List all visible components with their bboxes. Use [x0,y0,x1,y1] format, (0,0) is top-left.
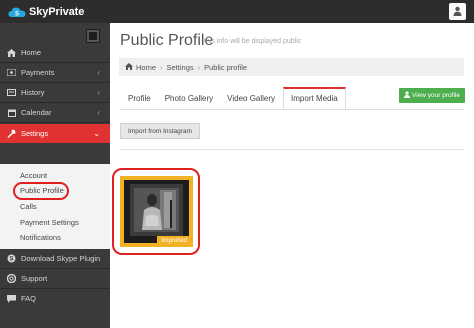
sidebar-item-history[interactable]: History ‹ [0,83,110,102]
breadcrumb: Home › Settings › Public profile [119,58,464,76]
chevron-left-icon: ‹ [97,88,100,97]
tabs-divider [120,109,464,110]
calendar-icon [7,108,16,117]
tab-video-gallery[interactable]: Video Gallery [221,87,283,109]
sidebar-item-settings[interactable]: Settings ⌄ [0,124,110,143]
sidebar-item-faq[interactable]: FAQ [0,289,110,308]
profile-tabs: Profile Photo Gallery Video Gallery Impo… [120,87,346,109]
breadcrumb-home[interactable]: Home [136,63,156,72]
sidebar-collapse-button[interactable] [86,29,100,43]
sidebar-item-label: Support [21,274,48,283]
svg-text:S: S [9,257,13,263]
home-icon [125,62,133,72]
breadcrumb-separator: › [197,62,201,72]
tab-import-media[interactable]: Import Media [283,87,346,109]
sidebar-item-home[interactable]: Home [0,43,110,62]
user-icon [404,91,411,100]
top-bar: S SkyPrivate [0,0,474,23]
skype-icon: S [7,254,16,263]
media-photo [124,180,189,243]
chevron-down-icon: ⌄ [93,129,100,138]
sidebar-item-payments[interactable]: Payments ‹ [0,63,110,82]
wrench-icon [7,129,16,138]
sidebar-item-label: History [21,88,45,97]
sidebar-item-label: Home [21,48,42,57]
page-title: Public Profile [120,32,214,49]
home-icon [7,48,16,57]
sidebar-item-label: Download Skype Plugin [21,254,101,263]
view-profile-label: View your profile [412,92,460,99]
main-content: Public Profile this info will be display… [110,23,474,328]
breadcrumb-settings[interactable]: Settings [167,63,194,72]
sidebar-item-label: Settings [21,129,49,138]
chat-icon [7,294,16,303]
sidebar-item-label: FAQ [21,294,37,303]
chevron-left-icon: ‹ [97,108,100,117]
imported-badge: Imported [157,236,191,245]
import-from-instagram-button[interactable]: Import from Instagram [120,123,200,139]
user-menu-button[interactable] [449,3,466,20]
view-profile-button[interactable]: View your profile [399,88,465,103]
chevron-left-icon: ‹ [97,68,100,77]
money-icon [7,68,16,77]
settings-submenu: Account Public Profile Calls Payment Set… [0,164,110,249]
sidebar-divider [0,122,110,123]
history-icon [7,88,16,97]
cloud-icon: S [8,6,26,18]
sidebar-item-download-skype-plugin[interactable]: S Download Skype Plugin [0,249,110,268]
tab-profile[interactable]: Profile [120,87,159,109]
svg-text:S: S [15,11,19,17]
breadcrumb-current: Public profile [204,62,248,72]
app-logo[interactable]: S SkyPrivate [8,3,84,20]
sidebar-item-label: Payments [21,68,55,77]
sidebar-subitem-notifications[interactable]: Notifications [20,233,61,242]
page-subtitle: this info will be displayed public [204,38,302,45]
highlight-annotation-public-profile [13,182,69,200]
tab-photo-gallery[interactable]: Photo Gallery [159,87,221,109]
sidebar-subitem-calls[interactable]: Calls [20,202,37,211]
sidebar-subitem-account[interactable]: Account [20,171,47,180]
sidebar-item-label: Calendar [21,108,52,117]
support-icon [7,274,16,283]
breadcrumb-separator: › [160,62,163,72]
imported-media-thumbnail[interactable]: Imported [120,176,193,247]
user-icon [453,3,462,21]
content-divider [120,149,464,150]
sidebar-subitem-payment-settings[interactable]: Payment Settings [20,218,79,227]
app-name: SkyPrivate [29,5,85,18]
sidebar-item-calendar[interactable]: Calendar ‹ [0,103,110,122]
sidebar-item-support[interactable]: Support [0,269,110,288]
